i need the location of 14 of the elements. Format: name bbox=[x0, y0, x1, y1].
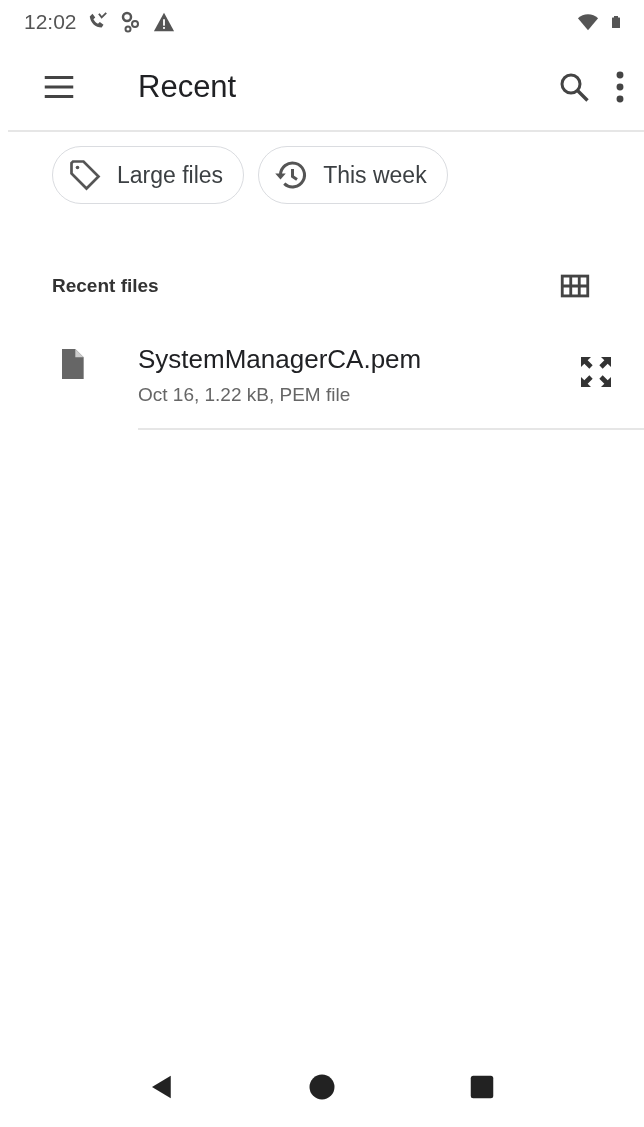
page-title: Recent bbox=[138, 67, 238, 106]
more-options-button[interactable] bbox=[616, 71, 624, 103]
filter-chip[interactable]: Large files bbox=[52, 146, 245, 204]
file-name: SystemManagerCA.pem bbox=[138, 344, 423, 376]
wifi-icon bbox=[576, 11, 600, 33]
section-title: Recent files bbox=[52, 273, 159, 298]
filter-chip[interactable]: This week bbox=[258, 146, 448, 204]
status-time: 12:02 bbox=[24, 9, 77, 36]
file-details: Oct 16, 1.22 kB, PEM file bbox=[138, 383, 352, 408]
more-icon bbox=[616, 71, 624, 103]
warning-icon bbox=[152, 11, 175, 33]
home-icon bbox=[307, 1072, 337, 1102]
tag-icon bbox=[67, 157, 103, 193]
home-button[interactable] bbox=[307, 1072, 337, 1102]
